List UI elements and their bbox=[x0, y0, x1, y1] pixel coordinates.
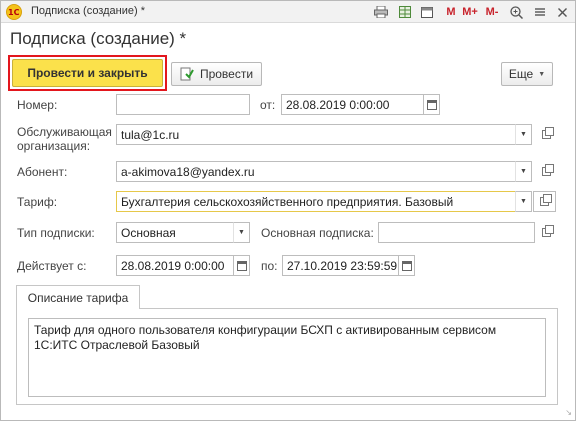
table-icon[interactable] bbox=[397, 4, 413, 20]
chevron-down-icon: ▼ bbox=[238, 229, 245, 236]
post-and-close-button[interactable]: Провести и закрыть bbox=[12, 59, 163, 87]
open-window-icon bbox=[541, 163, 554, 176]
chevron-down-icon: ▼ bbox=[520, 198, 527, 205]
post-document-icon bbox=[180, 67, 194, 81]
memory-icon[interactable]: M bbox=[443, 4, 459, 20]
tab-tariff-description[interactable]: Описание тарифа bbox=[16, 285, 140, 309]
number-label: Номер: bbox=[17, 98, 58, 112]
tariff-dropdown-button[interactable]: ▼ bbox=[515, 191, 532, 212]
subscriber-dropdown-button[interactable]: ▼ bbox=[515, 161, 532, 182]
chevron-down-icon: ▼ bbox=[520, 131, 527, 138]
page-title: Подписка (создание) * bbox=[10, 29, 187, 48]
organization-label: Обслуживающая организация: bbox=[17, 125, 112, 153]
main-subscription-field[interactable] bbox=[378, 222, 535, 243]
menu-icon[interactable] bbox=[532, 4, 548, 20]
post-button[interactable]: Провести bbox=[171, 62, 262, 86]
subscription-type-label: Тип подписки: bbox=[17, 226, 95, 240]
title-bar: 1С Подписка (создание) * M M+ M- bbox=[1, 1, 575, 23]
main-subscription-open-button[interactable] bbox=[538, 224, 554, 240]
chevron-down-icon: ▼ bbox=[538, 70, 546, 78]
print-icon[interactable] bbox=[373, 4, 389, 20]
valid-from-label: Действует с: bbox=[17, 259, 87, 273]
organization-dropdown-button[interactable]: ▼ bbox=[515, 124, 532, 145]
open-window-icon bbox=[541, 126, 554, 139]
valid-to-field[interactable]: 27.10.2019 23:59:59 bbox=[282, 255, 399, 276]
date-label: от: bbox=[260, 98, 276, 112]
subscriber-label: Абонент: bbox=[17, 165, 68, 179]
tariff-label: Тариф: bbox=[17, 195, 58, 209]
memory-minus-icon[interactable]: M- bbox=[484, 4, 500, 20]
form-window: 1С Подписка (создание) * M M+ M- Подписк… bbox=[0, 0, 576, 421]
main-subscription-label: Основная подписка: bbox=[261, 226, 374, 240]
open-window-icon bbox=[541, 224, 554, 237]
number-field[interactable] bbox=[116, 94, 250, 115]
calendar-icon bbox=[426, 99, 437, 110]
subscriber-open-button[interactable] bbox=[538, 163, 554, 179]
more-button-label: Еще bbox=[508, 67, 534, 81]
valid-to-calendar-button[interactable] bbox=[398, 255, 415, 276]
open-window-icon bbox=[540, 194, 552, 206]
tariff-field[interactable]: Бухгалтерия сельскохозяйственного предпр… bbox=[116, 191, 516, 212]
organization-field[interactable]: tula@1c.ru bbox=[116, 124, 516, 145]
tariff-description-text[interactable]: Тариф для одного пользователя конфигурац… bbox=[28, 318, 546, 397]
window-title: Подписка (создание) * bbox=[31, 5, 145, 17]
chevron-down-icon: ▼ bbox=[520, 168, 527, 175]
calendar-icon bbox=[401, 260, 412, 271]
zoom-icon[interactable] bbox=[508, 4, 524, 20]
more-button[interactable]: Еще ▼ bbox=[501, 62, 553, 86]
app-logo: 1С bbox=[6, 4, 22, 20]
calendar-icon bbox=[236, 260, 247, 271]
valid-from-calendar-button[interactable] bbox=[233, 255, 250, 276]
date-calendar-button[interactable] bbox=[423, 94, 440, 115]
tariff-open-button[interactable] bbox=[533, 191, 556, 212]
organization-open-button[interactable] bbox=[538, 126, 554, 142]
resize-grip-icon[interactable]: ↘ bbox=[565, 408, 572, 417]
subscriber-field[interactable]: a-akimova18@yandex.ru bbox=[116, 161, 516, 182]
subscription-type-select[interactable]: Основная bbox=[116, 222, 234, 243]
date-field[interactable]: 28.08.2019 0:00:00 bbox=[281, 94, 424, 115]
app-logo-text: 1С bbox=[8, 8, 20, 17]
valid-from-field[interactable]: 28.08.2019 0:00:00 bbox=[116, 255, 234, 276]
calendar-icon[interactable] bbox=[419, 4, 435, 20]
post-button-label: Провести bbox=[199, 67, 254, 81]
memory-plus-icon[interactable]: M+ bbox=[462, 4, 478, 20]
close-icon[interactable] bbox=[554, 4, 570, 20]
valid-to-label: по: bbox=[261, 259, 278, 273]
subscription-type-dropdown-button[interactable]: ▼ bbox=[233, 222, 250, 243]
